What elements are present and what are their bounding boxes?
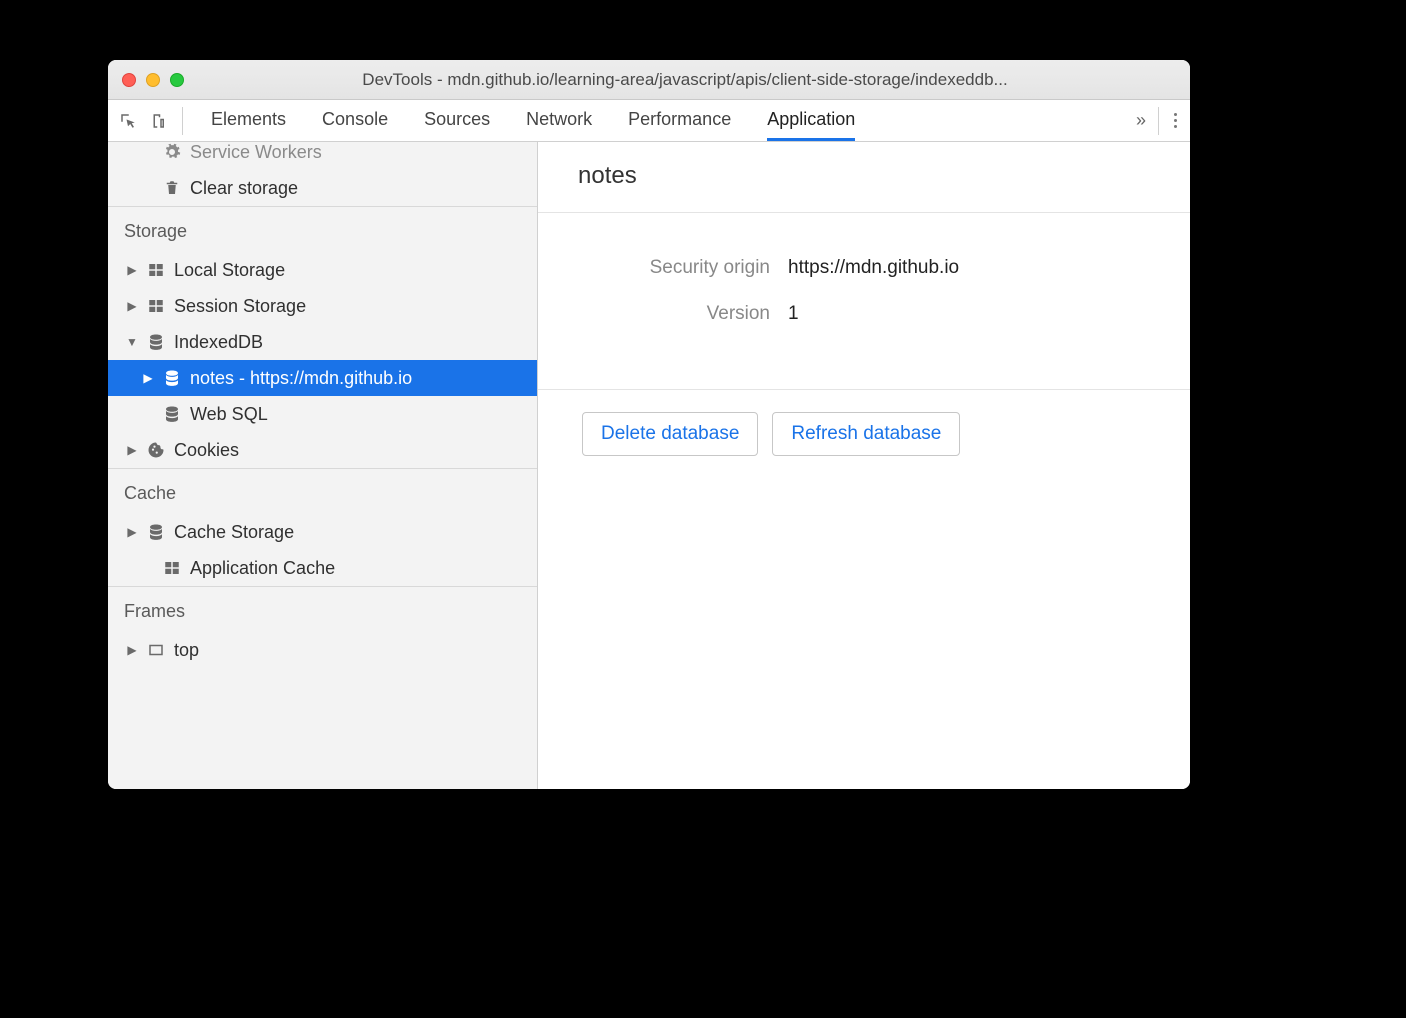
- main-panel: notes Security origin https://mdn.github…: [538, 142, 1190, 789]
- gear-icon: [162, 142, 182, 162]
- frame-icon: [146, 640, 166, 660]
- sidebar-group-cache: Cache: [108, 469, 537, 514]
- sidebar-item-label: Service Workers: [190, 142, 322, 163]
- tabs-overflow-button[interactable]: »: [1124, 110, 1158, 131]
- minimize-icon[interactable]: [146, 73, 160, 87]
- sidebar-item-cookies[interactable]: ▶ Cookies: [108, 432, 537, 468]
- sidebar-item-label: Web SQL: [190, 404, 268, 425]
- sidebar-item-local-storage[interactable]: ▶ Local Storage: [108, 252, 537, 288]
- sidebar-item-label: notes - https://mdn.github.io: [190, 368, 412, 389]
- maximize-icon[interactable]: [170, 73, 184, 87]
- tab-network[interactable]: Network: [526, 101, 592, 141]
- tab-bar: Elements Console Sources Network Perform…: [193, 101, 1124, 141]
- detail-section: Security origin https://mdn.github.io Ve…: [538, 213, 1190, 390]
- sidebar-item-label: top: [174, 640, 199, 661]
- sidebar-item-session-storage[interactable]: ▶ Session Storage: [108, 288, 537, 324]
- database-icon: [146, 332, 166, 352]
- sidebar-item-label: IndexedDB: [174, 332, 263, 353]
- close-icon[interactable]: [122, 73, 136, 87]
- trash-icon: [162, 178, 182, 198]
- panel-body: ▶ Service Workers ▶ Clear storage Storag…: [108, 142, 1190, 789]
- devtools-window: DevTools - mdn.github.io/learning-area/j…: [108, 60, 1190, 789]
- sidebar-item-label: Session Storage: [174, 296, 306, 317]
- menu-button[interactable]: [1158, 107, 1180, 135]
- chevron-right-icon: ▶: [142, 371, 154, 385]
- sidebar-item-label: Clear storage: [190, 178, 298, 199]
- device-icon[interactable]: [148, 111, 168, 131]
- sidebar-item-label: Cache Storage: [174, 522, 294, 543]
- tab-application[interactable]: Application: [767, 101, 855, 141]
- action-bar: Delete database Refresh database: [538, 390, 1190, 478]
- refresh-database-button[interactable]: Refresh database: [772, 412, 960, 456]
- grid-icon: [146, 260, 166, 280]
- chevron-right-icon: ▶: [126, 643, 138, 657]
- detail-row-version: Version 1: [568, 303, 1160, 325]
- database-icon: [146, 522, 166, 542]
- detail-label: Version: [568, 303, 788, 325]
- sidebar-group-frames: Frames: [108, 587, 537, 632]
- tab-console[interactable]: Console: [322, 101, 388, 141]
- tab-elements[interactable]: Elements: [211, 101, 286, 141]
- sidebar-item-indexeddb[interactable]: ▼ IndexedDB: [108, 324, 537, 360]
- sidebar-item-clear-storage[interactable]: ▶ Clear storage: [108, 170, 537, 206]
- toolbar-icons: [118, 107, 183, 135]
- sidebar: ▶ Service Workers ▶ Clear storage Storag…: [108, 142, 538, 789]
- chevron-down-icon: ▼: [126, 335, 138, 349]
- grid-icon: [146, 296, 166, 316]
- detail-value: https://mdn.github.io: [788, 257, 959, 279]
- detail-label: Security origin: [568, 257, 788, 279]
- delete-database-button[interactable]: Delete database: [582, 412, 758, 456]
- sidebar-item-frame-top[interactable]: ▶ top: [108, 632, 537, 668]
- chevron-right-icon: ▶: [126, 299, 138, 313]
- traffic-lights: [122, 73, 184, 87]
- chevron-right-icon: ▶: [126, 525, 138, 539]
- sidebar-item-label: Cookies: [174, 440, 239, 461]
- sidebar-item-indexeddb-notes[interactable]: ▶ notes - https://mdn.github.io: [108, 360, 537, 396]
- sidebar-item-label: Application Cache: [190, 558, 335, 579]
- page-title: notes: [538, 142, 1190, 213]
- tab-sources[interactable]: Sources: [424, 101, 490, 141]
- inspect-icon[interactable]: [118, 111, 138, 131]
- sidebar-group-storage: Storage: [108, 207, 537, 252]
- sidebar-item-web-sql[interactable]: ▶ Web SQL: [108, 396, 537, 432]
- sidebar-item-cache-storage[interactable]: ▶ Cache Storage: [108, 514, 537, 550]
- database-icon: [162, 404, 182, 424]
- tab-performance[interactable]: Performance: [628, 101, 731, 141]
- window-title: DevTools - mdn.github.io/learning-area/j…: [194, 70, 1176, 90]
- cookie-icon: [146, 440, 166, 460]
- detail-value: 1: [788, 303, 799, 325]
- chevron-right-icon: ▶: [126, 263, 138, 277]
- toolbar: Elements Console Sources Network Perform…: [108, 100, 1190, 142]
- sidebar-item-label: Local Storage: [174, 260, 285, 281]
- detail-row-origin: Security origin https://mdn.github.io: [568, 257, 1160, 279]
- sidebar-item-app-cache[interactable]: ▶ Application Cache: [108, 550, 537, 586]
- chevron-right-icon: ▶: [126, 443, 138, 457]
- titlebar: DevTools - mdn.github.io/learning-area/j…: [108, 60, 1190, 100]
- database-icon: [162, 368, 182, 388]
- grid-icon: [162, 558, 182, 578]
- sidebar-item-service-workers[interactable]: ▶ Service Workers: [108, 142, 537, 170]
